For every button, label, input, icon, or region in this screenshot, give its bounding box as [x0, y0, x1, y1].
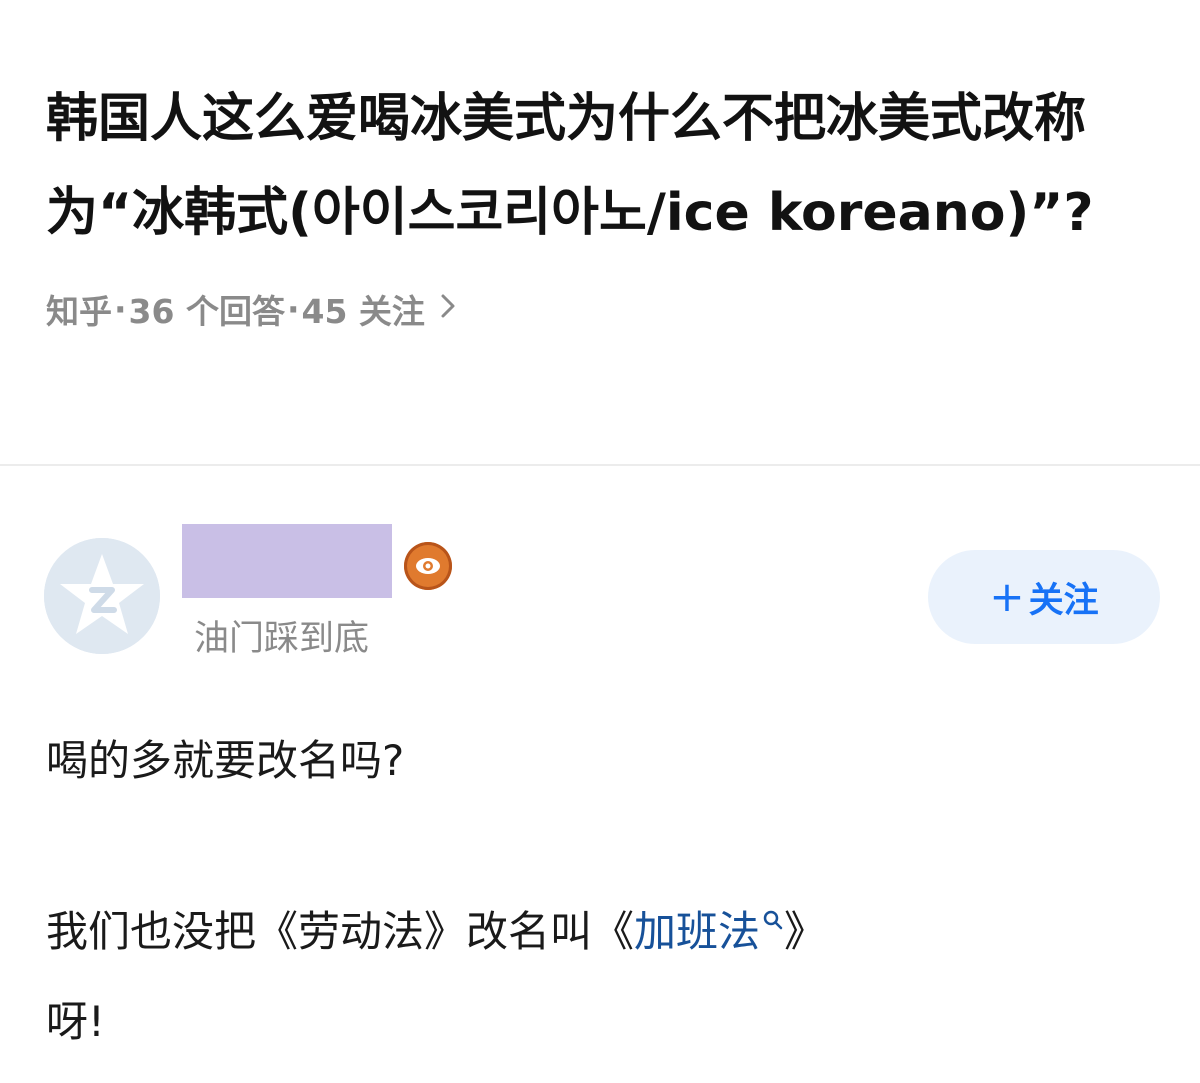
answer-paragraph: 呀! — [46, 997, 105, 1046]
follower-count: 45 关注 — [301, 292, 425, 331]
answer-text: 我们也没把《劳动法》改名叫《 — [46, 907, 635, 956]
answer-count: 36 个回答 — [128, 292, 285, 331]
answer-text: 》 — [784, 907, 827, 956]
meta-separator: · — [114, 289, 127, 329]
question-meta[interactable]: 知乎 · 36 个回答 · 45 关注 — [46, 284, 1166, 334]
keyword-search-link[interactable]: 加班法 — [634, 907, 784, 956]
source-label: 知乎 — [46, 292, 112, 331]
chevron-right-icon[interactable] — [439, 289, 457, 329]
follow-button[interactable]: + 关注 — [928, 550, 1160, 644]
search-icon — [762, 872, 784, 962]
answer-paragraph: 我们也没把《劳动法》改名叫《加班法》 — [46, 872, 1166, 977]
question-title[interactable]: 韩国人这么爱喝冰美式为什么不把冰美式改称为“冰韩式(아이스코리아노/ice ko… — [46, 72, 1166, 260]
question-header: 韩国人这么爱喝冰美式为什么不把冰美式改称为“冰韩式(아이스코리아노/ice ko… — [46, 72, 1166, 334]
answer-paragraph: 喝的多就要改名吗? — [46, 736, 405, 785]
section-divider — [0, 464, 1200, 466]
eye-badge-icon[interactable] — [404, 542, 452, 590]
author-name-redacted[interactable] — [182, 524, 392, 598]
keyword-link-label: 加班法 — [634, 907, 761, 956]
meta-separator: · — [286, 289, 300, 329]
default-avatar-icon[interactable] — [44, 538, 160, 654]
author-row: 油门踩到底 + 关注 — [44, 522, 1160, 662]
follow-button-label: 关注 — [1028, 580, 1099, 621]
plus-icon: + — [989, 572, 1025, 621]
author-bio: 油门踩到底 — [194, 619, 370, 659]
answer-body: 喝的多就要改名吗? 我们也没把《劳动法》改名叫《加班法》 呀! — [46, 716, 1166, 1067]
